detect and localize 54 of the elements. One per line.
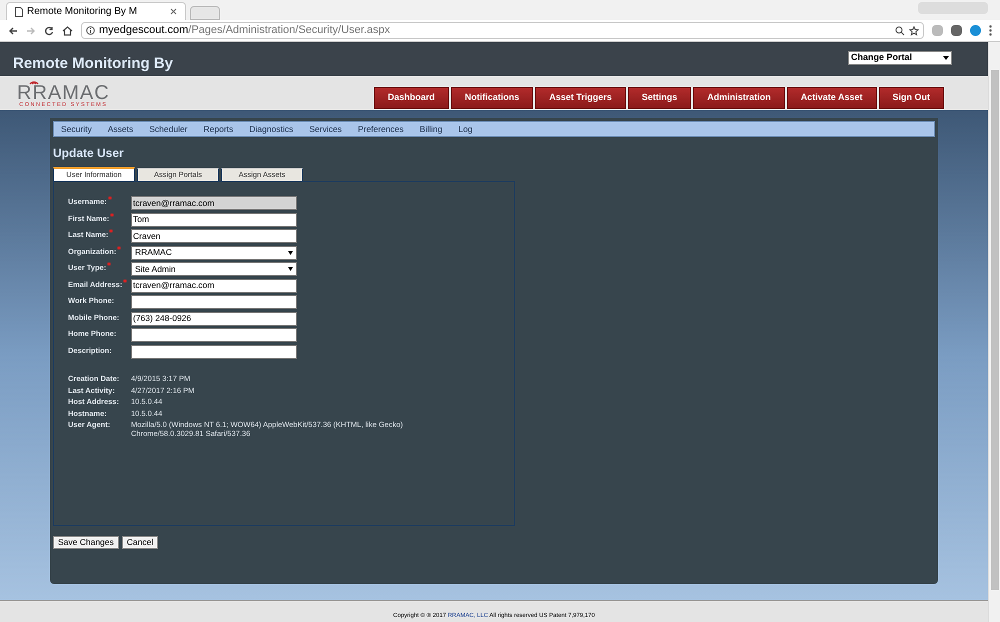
nav-button[interactable]: Notifications [450,86,534,108]
info-icon [86,26,95,35]
submenu-link[interactable]: Security [61,122,92,136]
nav-button[interactable]: Asset Triggers [535,86,626,108]
reload-icon[interactable] [44,26,54,36]
nav-button[interactable]: Activate Asset [786,86,876,108]
extension-icon[interactable] [970,25,981,36]
nav-button[interactable]: Administration [693,86,785,108]
required-icon [117,246,122,250]
extension-icon[interactable] [951,25,962,36]
required-icon [109,229,114,233]
required-icon [123,278,128,282]
input-field[interactable] [131,328,297,342]
select-field[interactable]: Site Admin [131,262,297,276]
portal-select[interactable]: Change Portal [848,51,952,65]
input-field[interactable]: Craven [131,229,297,243]
submenu-link[interactable]: Scheduler [149,122,188,136]
input-field[interactable] [131,295,297,309]
star-icon[interactable] [909,26,919,36]
submenu-link[interactable]: Assets [108,122,134,136]
submenu-link[interactable]: Billing [420,122,442,136]
scrollbar[interactable] [988,42,1000,622]
close-icon[interactable] [170,8,177,15]
page-icon [15,6,23,16]
zoom-icon[interactable] [895,26,905,36]
submenu-link[interactable]: Log [458,122,473,136]
input-field[interactable]: Tom [131,212,297,226]
submenu-link[interactable]: Preferences [358,122,404,136]
home-icon[interactable] [62,26,73,36]
nav-button[interactable]: Sign Out [878,86,944,108]
caret-icon [288,267,293,271]
back-icon[interactable] [8,26,18,36]
nav-button[interactable]: Settings [628,86,692,108]
input-field[interactable]: tcraven@rramac.com [131,278,297,292]
required-icon [108,196,112,200]
action-button[interactable]: Cancel [122,536,158,549]
submenu-link[interactable]: Reports [204,122,234,136]
caret-icon [943,56,949,60]
required-icon [110,212,114,216]
submenu-link[interactable]: Diagnostics [249,122,294,136]
caret-icon [288,250,293,254]
required-icon [107,262,112,266]
action-button[interactable]: Save Changes [53,536,119,549]
url-text: myedgescout.com/Pages/Administration/Security/User.aspx [99,23,390,38]
browser-tab[interactable]: Remote Monitoring By M [6,2,186,20]
input-field[interactable]: (763) 248-0926 [131,312,297,326]
submenu-link[interactable]: Services [309,122,342,136]
select-field[interactable]: RRAMAC [131,246,297,260]
menu-icon[interactable] [989,25,992,36]
nav-button[interactable]: Dashboard [374,86,449,108]
address-bar[interactable]: myedgescout.com/Pages/Administration/Security/User.aspx [81,22,924,39]
header-title: Remote Monitoring By [13,56,173,71]
page-title: Update User [53,145,125,162]
input-field[interactable] [131,344,297,358]
